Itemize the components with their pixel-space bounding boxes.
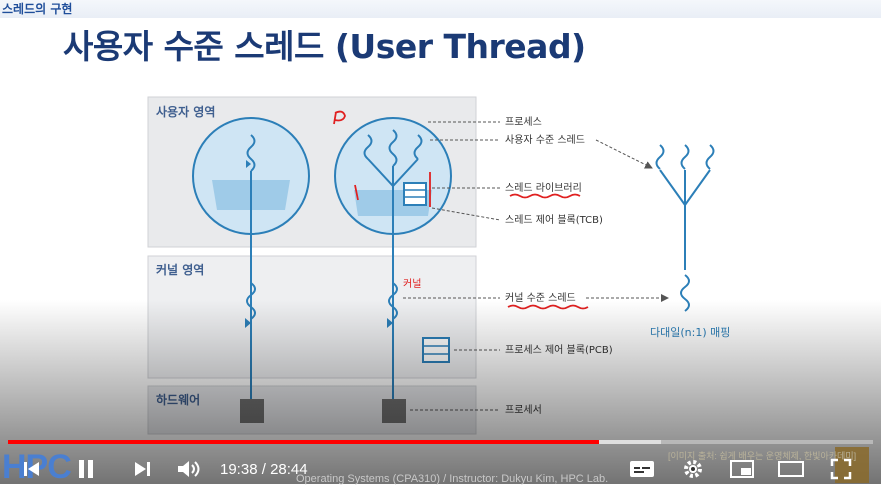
annotation-underline-library bbox=[509, 193, 581, 199]
hardware-region-label: 하드웨어 bbox=[156, 392, 200, 407]
fullscreen-button[interactable] bbox=[827, 456, 855, 482]
label-tcb: 스레드 제어 블록(TCB) bbox=[505, 214, 603, 226]
theater-button[interactable] bbox=[777, 456, 805, 482]
kernel-region-label: 커널 영역 bbox=[156, 262, 204, 277]
label-pcb: 프로세스 제어 블록(PCB) bbox=[505, 344, 613, 356]
theater-icon bbox=[778, 461, 804, 477]
label-kernel-thread: 커널 수준 스레드 bbox=[505, 292, 576, 304]
course-footer: Operating Systems (CPA310) / Instructor:… bbox=[296, 473, 609, 485]
volume-icon bbox=[178, 461, 200, 477]
time-display: 19:38 / 28:44 bbox=[220, 461, 308, 478]
buffer-bar bbox=[598, 440, 662, 444]
previous-button[interactable] bbox=[18, 456, 46, 482]
miniplayer-button[interactable] bbox=[728, 456, 756, 482]
label-user-thread: 사용자 수준 스레드 bbox=[505, 134, 585, 146]
label-mapping: 다대일(n:1) 매핑 bbox=[650, 325, 730, 339]
settings-button[interactable] bbox=[679, 456, 707, 482]
processor-left bbox=[240, 399, 264, 423]
gear-icon bbox=[684, 460, 702, 478]
previous-icon bbox=[24, 462, 39, 476]
next-icon bbox=[135, 462, 150, 476]
time-separator: / bbox=[261, 461, 266, 478]
mapping-diagram bbox=[655, 144, 715, 312]
processor-right bbox=[382, 399, 406, 423]
label-thread-library: 스레드 라이브러리 bbox=[505, 182, 582, 194]
pause-icon bbox=[79, 460, 93, 478]
next-button[interactable] bbox=[128, 456, 156, 482]
subtitles-icon bbox=[630, 461, 654, 477]
subtitles-button[interactable] bbox=[628, 456, 656, 482]
miniplayer-icon bbox=[730, 460, 754, 478]
user-region-label: 사용자 영역 bbox=[156, 104, 215, 119]
volume-button[interactable] bbox=[175, 456, 203, 482]
pcb-block bbox=[422, 337, 450, 363]
time-current: 19:38 bbox=[220, 461, 258, 478]
label-process: 프로세스 bbox=[505, 116, 542, 128]
thread-diagram: 사용자 영역 커널 영역 하드웨어 프로세스 사용자 수준 스레드 스레드 라이… bbox=[147, 96, 730, 435]
tcb-block bbox=[403, 182, 427, 206]
annotation-underline-kernel bbox=[507, 304, 589, 310]
pause-button[interactable] bbox=[72, 456, 100, 482]
fullscreen-icon bbox=[830, 458, 852, 480]
annotation-kernel-note: 커널 bbox=[403, 278, 421, 290]
label-processor: 프로세서 bbox=[505, 404, 542, 416]
progress-fill bbox=[8, 440, 599, 444]
progress-bar[interactable] bbox=[8, 440, 873, 444]
